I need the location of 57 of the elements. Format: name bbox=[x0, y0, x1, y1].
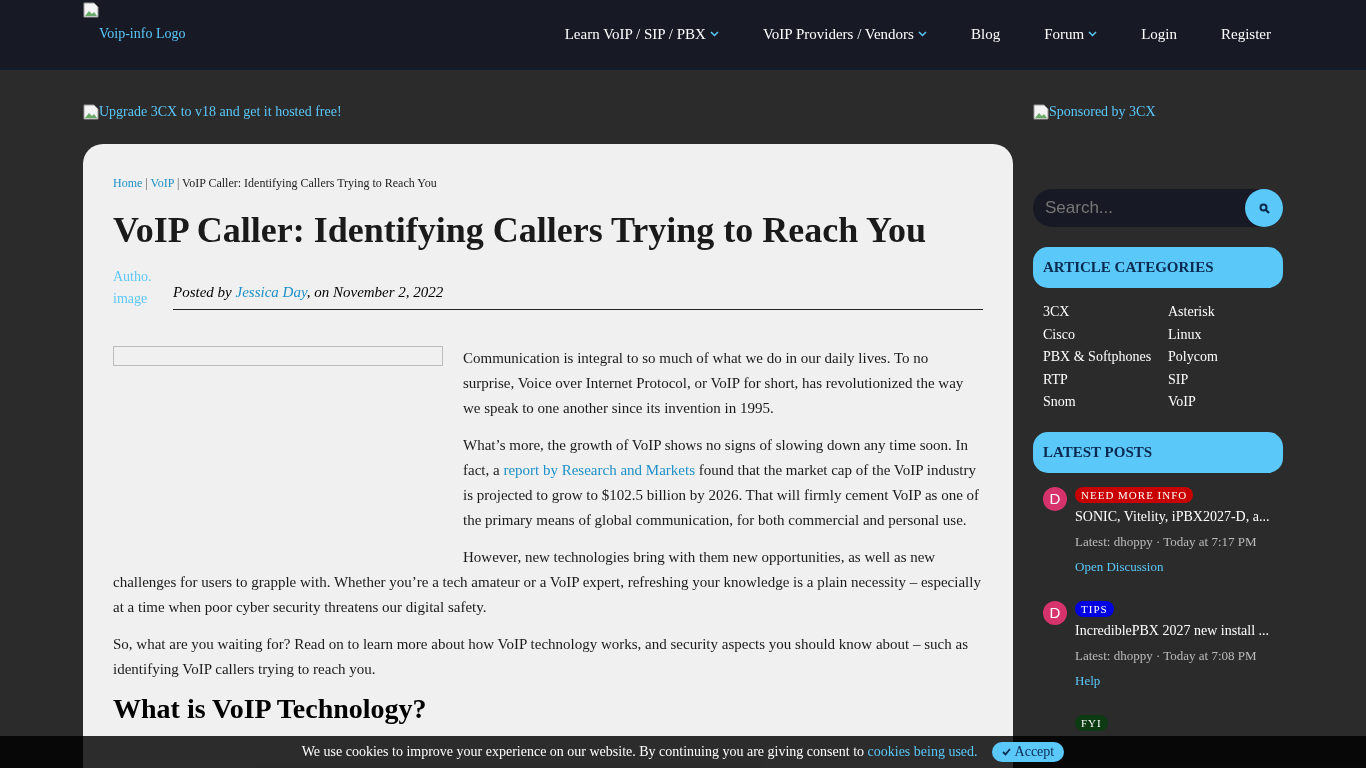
check-icon bbox=[1001, 748, 1011, 756]
search-field[interactable]: Search... bbox=[1033, 189, 1283, 227]
breadcrumb-separator: | bbox=[145, 176, 148, 190]
post-meta: Latest: dhoppy · Today at 7:08 PM bbox=[1075, 647, 1258, 664]
category-link[interactable]: 3CX bbox=[1043, 302, 1168, 322]
post-meta: Latest: dhoppy · Today at 7:17 PM bbox=[1075, 533, 1258, 550]
nav-link[interactable]: VoIP Providers / Vendors bbox=[740, 25, 949, 43]
chevron-down-icon bbox=[709, 31, 719, 37]
cookie-notice: We use cookies to improve your experience on our website. By continuing you are giving consent to cookies being used. bbox=[301, 744, 978, 760]
category-link[interactable]: Linux bbox=[1168, 324, 1273, 344]
chevron-down-icon bbox=[1088, 31, 1098, 37]
post-category-link[interactable]: Help bbox=[1075, 672, 1270, 689]
article-paragraph: Communication is integral to so much of what we do in our daily lives. To no surprise, Voice over Internet Protocol, or VoIP for short, has revolutionized the way we speak to one another since its invention in 1995. bbox=[463, 349, 965, 419]
breadcrumb-current: VoIP Caller: Identifying Callers Trying to Reach You bbox=[182, 176, 437, 190]
cookie-policy-link[interactable]: cookies being used. bbox=[867, 744, 978, 759]
post-byline: Posted by Jessica Day, on November 2, 2022 bbox=[173, 284, 983, 311]
breadcrumb-separator: | bbox=[176, 176, 180, 190]
avatar: D bbox=[1043, 600, 1067, 625]
banner-alt-text[interactable]: Upgrade 3CX to v18 and get it hosted free! bbox=[99, 104, 342, 120]
broken-image-icon bbox=[83, 104, 99, 120]
nav-link[interactable]: Forum bbox=[1022, 25, 1120, 43]
category-link[interactable]: Snom bbox=[1043, 392, 1168, 412]
post-tag: NEED MORE INFO bbox=[1075, 486, 1194, 503]
article-paragraph: However, new technologies bring with them new opportunities, as well as new challenges for users to grapple with. Whether you’re a tech amateur or a VoIP expert, refreshing your knowledge is a plain necessity – especially at a time when poor cyber security threatens our digital safety. bbox=[113, 548, 982, 618]
sponsor-alt-text[interactable]: Sponsored by 3CX bbox=[1049, 104, 1156, 120]
broken-image-icon bbox=[1033, 104, 1049, 120]
post-title-link[interactable]: IncrediblePBX 2027 new install ... bbox=[1075, 622, 1270, 639]
article-paragraph: So, what are you waiting for? Read on to learn more about how VoIP technology works, and security aspects you should know about – such as identifying VoIP callers trying to reach you. bbox=[113, 635, 969, 680]
category-link[interactable]: SIP bbox=[1168, 369, 1273, 389]
accept-button[interactable]: Accept bbox=[991, 742, 1065, 762]
broken-image-icon bbox=[83, 2, 99, 18]
post-tag: FYI bbox=[1075, 714, 1108, 731]
widget-heading: LATEST POSTS bbox=[1033, 431, 1283, 473]
avatar: D bbox=[1043, 486, 1067, 511]
post-tag: TIPS bbox=[1075, 600, 1114, 617]
widget-heading: ARTICLE CATEGORIES bbox=[1033, 247, 1283, 288]
logo-alt-text[interactable]: Voip-info Logo bbox=[99, 26, 186, 42]
category-link[interactable]: Polycom bbox=[1168, 347, 1273, 367]
chevron-down-icon bbox=[917, 31, 927, 37]
nav-link[interactable]: Blog bbox=[948, 25, 1023, 43]
category-link[interactable]: Cisco bbox=[1043, 324, 1168, 344]
post-category-link[interactable]: Open Discussion bbox=[1075, 558, 1270, 575]
section-heading: What is VoIP Technology? bbox=[113, 694, 428, 724]
search-icon bbox=[1258, 202, 1270, 214]
category-link[interactable]: VoIP bbox=[1168, 392, 1273, 412]
category-link[interactable]: RTP bbox=[1043, 369, 1168, 389]
search-input[interactable]: Search... bbox=[1043, 197, 1245, 219]
article-paragraph: What’s more, the growth of VoIP shows no signs of slowing down any time soon. In fact, a report by Research and Markets found that the market cap of the VoIP industry is projected to grow to $102.5 billion by 2026. That will firmly cement VoIP as one of the primary means of global communication, for both commercial and personal use. bbox=[463, 436, 981, 531]
nav-link[interactable]: Register bbox=[1199, 25, 1283, 43]
category-link[interactable]: PBX & Softphones bbox=[1043, 347, 1168, 367]
post-title-link[interactable]: SONIC, Vitelity, iPBX2027-D, a... bbox=[1075, 508, 1270, 525]
category-link[interactable]: Asterisk bbox=[1168, 302, 1273, 322]
article-title: VoIP Caller: Identifying Callers Trying to Reach You bbox=[113, 209, 927, 252]
search-button[interactable] bbox=[1245, 189, 1283, 227]
nav-link[interactable]: Login bbox=[1119, 25, 1199, 43]
nav-link[interactable]: Learn VoIP / SIP / PBX bbox=[542, 25, 741, 43]
author-image-alt: Autho. image bbox=[113, 268, 153, 309]
